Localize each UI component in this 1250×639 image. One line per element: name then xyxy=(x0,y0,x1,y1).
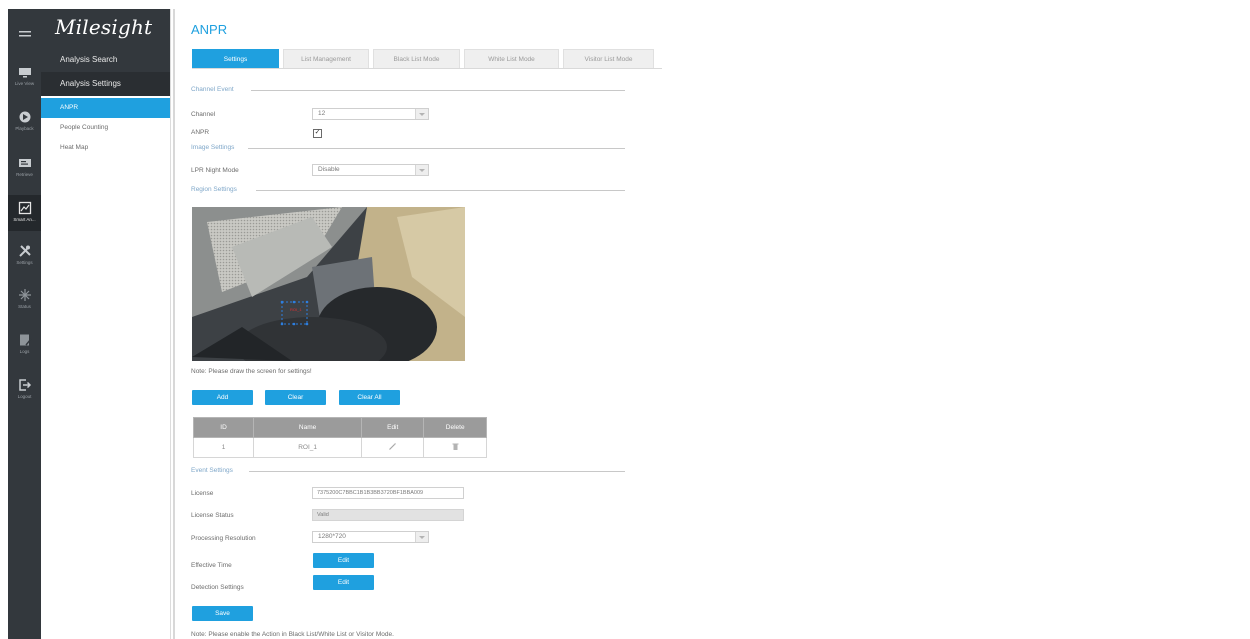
row-name: ROI_1 xyxy=(253,437,363,458)
menu-analysis-search[interactable]: Analysis Search xyxy=(41,48,170,72)
roi-table: ID Name Edit Delete 1 ROI_1 xyxy=(192,417,487,458)
license-status-field: Valid xyxy=(312,509,464,521)
effective-time-edit-button[interactable]: Edit xyxy=(313,553,374,568)
anpr-checkbox[interactable]: ✓ xyxy=(313,129,322,138)
tab-black-list-mode[interactable]: Black List Mode xyxy=(373,49,460,69)
table-header-row: ID Name Edit Delete xyxy=(192,417,487,438)
chevron-down-icon xyxy=(415,165,428,175)
menu-toggle[interactable] xyxy=(8,9,41,57)
rail-label: Status xyxy=(18,304,31,309)
license-label: License xyxy=(191,490,214,497)
logs-icon xyxy=(19,334,32,346)
retrieve-icon xyxy=(18,159,31,167)
logout-icon xyxy=(18,379,31,391)
channel-label: Channel xyxy=(191,111,216,118)
rail-label: Logout xyxy=(17,394,32,399)
row-edit-cell[interactable] xyxy=(361,437,425,458)
rail-label: Live View xyxy=(14,81,35,86)
trash-icon[interactable] xyxy=(451,442,460,451)
section-divider xyxy=(251,90,625,91)
page-title: ANPR xyxy=(191,22,228,37)
status-icon xyxy=(18,289,31,301)
tab-visitor-list-mode[interactable]: Visitor List Mode xyxy=(563,49,654,69)
rail-item-playback[interactable]: Playback xyxy=(8,104,41,140)
channel-select[interactable]: 12 xyxy=(312,108,429,120)
effective-time-label: Effective Time xyxy=(191,562,232,569)
chevron-down-icon xyxy=(415,109,428,119)
column-header-edit: Edit xyxy=(361,417,425,438)
anpr-label: ANPR xyxy=(191,129,210,136)
section-title-channel-event: Channel Event xyxy=(191,86,234,93)
menu-analysis-settings[interactable]: Analysis Settings xyxy=(41,72,170,96)
rail-item-logs[interactable]: Logs xyxy=(8,327,41,363)
camera-preview[interactable]: ROI_1 xyxy=(192,207,465,361)
settings-icon xyxy=(18,245,31,257)
rail-label: Playback xyxy=(15,126,34,131)
menu-item-people-counting[interactable]: People Counting xyxy=(41,118,170,138)
section-title-region-settings: Region Settings xyxy=(191,186,237,193)
resolution-select-value: 1280*720 xyxy=(318,533,346,540)
rail-item-logout[interactable]: Logout xyxy=(8,372,41,408)
logo-text: Milesight xyxy=(55,15,153,39)
clear-button[interactable]: Clear xyxy=(265,390,326,405)
section-title-image-settings: Image Settings xyxy=(191,144,235,151)
night-mode-label: LPR Night Mode xyxy=(191,167,239,174)
rail-item-status[interactable]: Status xyxy=(8,282,41,318)
license-input[interactable]: 7375200C7BBC1B1B3BB3720BF1BBA009 xyxy=(312,487,464,499)
row-id: 1 xyxy=(192,437,255,458)
smart-analysis-icon xyxy=(18,201,31,215)
tab-list-management[interactable]: List Management xyxy=(283,49,369,69)
camera-frame-image: ROI_1 xyxy=(192,207,465,361)
detection-settings-edit-button[interactable]: Edit xyxy=(313,575,374,590)
pencil-icon[interactable] xyxy=(388,442,397,451)
nav-rail: Live View Playback Retrieve Smart An... … xyxy=(8,9,41,639)
save-button[interactable]: Save xyxy=(192,606,253,621)
footer-note: Note: Please enable the Action in Black … xyxy=(191,631,394,638)
section-divider xyxy=(249,471,625,472)
menu-item-anpr[interactable]: ANPR xyxy=(41,98,170,118)
section-title-event-settings: Event Settings xyxy=(191,467,233,474)
night-mode-select-value: Disable xyxy=(318,166,340,173)
monitor-icon xyxy=(18,68,31,78)
rail-item-settings[interactable]: Settings xyxy=(8,238,41,274)
rail-label: Settings xyxy=(16,260,33,265)
column-header-delete: Delete xyxy=(423,417,487,438)
panel-divider xyxy=(173,9,175,639)
column-header-name: Name xyxy=(253,417,363,438)
rail-label: Smart An... xyxy=(13,217,36,222)
license-status-label: License Status xyxy=(191,512,234,519)
brand-logo: Milesight xyxy=(41,9,170,48)
resolution-select[interactable]: 1280*720 xyxy=(312,531,429,543)
menu-toggle-icon xyxy=(18,31,31,37)
detection-settings-label: Detection Settings xyxy=(191,584,244,591)
resolution-label: Processing Resolution xyxy=(191,535,256,542)
rail-item-smart-analysis[interactable]: Smart An... xyxy=(8,195,41,231)
tab-underline xyxy=(192,68,662,69)
rail-item-live-view[interactable]: Live View xyxy=(8,59,41,95)
column-header-id: ID xyxy=(192,417,255,438)
clear-all-button[interactable]: Clear All xyxy=(339,390,400,405)
rail-label: Logs xyxy=(19,349,30,354)
menu-item-heat-map[interactable]: Heat Map xyxy=(41,138,170,158)
rail-label: Retrieve xyxy=(16,172,33,177)
add-button[interactable]: Add xyxy=(192,390,253,405)
rail-item-retrieve[interactable]: Retrieve xyxy=(8,150,41,186)
chevron-down-icon xyxy=(415,532,428,542)
section-divider xyxy=(248,148,625,149)
playback-icon xyxy=(19,111,30,123)
section-divider xyxy=(256,190,625,191)
row-delete-cell[interactable] xyxy=(423,437,487,458)
tab-settings[interactable]: Settings xyxy=(192,49,279,69)
draw-note: Note: Please draw the screen for setting… xyxy=(191,368,312,375)
table-row: 1 ROI_1 xyxy=(192,437,487,458)
channel-select-value: 12 xyxy=(318,110,326,117)
night-mode-select[interactable]: Disable xyxy=(312,164,429,176)
tab-white-list-mode[interactable]: White List Mode xyxy=(464,49,559,69)
roi-overlay-label: ROI_1 xyxy=(290,307,302,312)
